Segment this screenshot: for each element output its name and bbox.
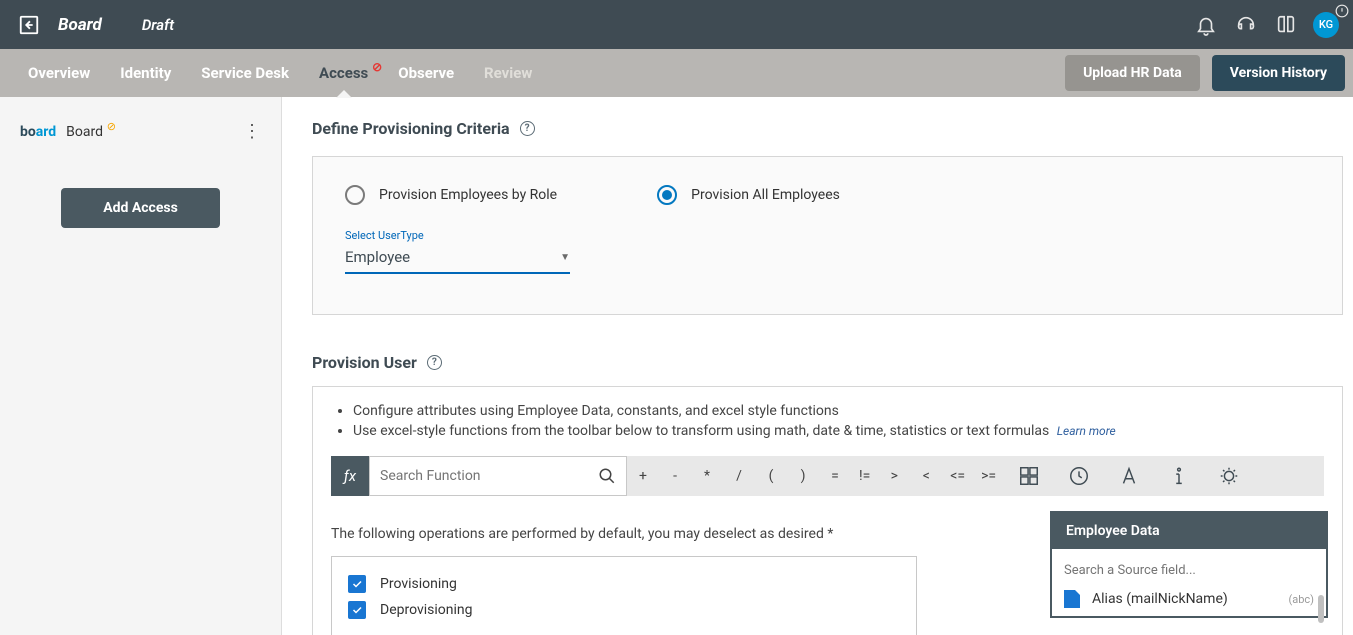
alert-icon: ⊘ <box>372 60 382 74</box>
avatar-wrap: KG <box>1297 12 1339 38</box>
fx-badge-icon: ƒx <box>331 456 369 496</box>
back-icon[interactable] <box>18 14 40 36</box>
info-category-icon[interactable] <box>1168 465 1190 487</box>
op-minus[interactable]: - <box>659 468 691 484</box>
criteria-section-title: Define Provisioning Criteria ? <box>312 119 1343 138</box>
chevron-down-icon: ▼ <box>560 252 570 263</box>
add-access-button[interactable]: Add Access <box>61 188 220 228</box>
usertype-select-label: Select UserType <box>345 229 570 242</box>
sidebar: board Board⊘ ⋮ Add Access <box>0 97 282 635</box>
source-field-search-input[interactable] <box>1064 563 1314 578</box>
tab-access-label: Access <box>319 64 368 82</box>
op-gt[interactable]: > <box>878 468 910 484</box>
app-title: Board <box>58 15 102 35</box>
provision-user-title-text: Provision User <box>312 353 417 372</box>
docs-icon[interactable] <box>1275 14 1297 36</box>
fx-search-wrap <box>369 456 627 496</box>
sidebar-app-name-text: Board <box>66 124 103 140</box>
op-neq[interactable]: != <box>851 468 878 484</box>
op-plus[interactable]: + <box>627 468 659 484</box>
deprovisioning-label: Deprovisioning <box>380 602 473 618</box>
usertype-select[interactable]: Employee ▼ <box>345 244 570 274</box>
avatar-alert-icon <box>1335 4 1349 18</box>
op-multiply[interactable]: * <box>691 468 723 484</box>
help-icon[interactable]: ? <box>427 355 442 370</box>
tab-access[interactable]: Access⊘ <box>319 64 368 82</box>
time-category-icon[interactable] <box>1068 465 1090 487</box>
support-icon[interactable] <box>1235 14 1257 36</box>
radio-icon <box>657 185 677 205</box>
math-category-icon[interactable] <box>1018 465 1040 487</box>
logic-category-icon[interactable] <box>1218 465 1240 487</box>
tab-identity[interactable]: Identity <box>120 64 171 82</box>
instruction-bullet-2: Use excel-style functions from the toolb… <box>353 421 1324 441</box>
instruction-bullet-1: Configure attributes using Employee Data… <box>353 401 1324 421</box>
warning-icon: ⊘ <box>107 120 116 133</box>
content-area: Define Provisioning Criteria ? Provision… <box>282 97 1353 635</box>
criteria-title-text: Define Provisioning Criteria <box>312 119 510 138</box>
op-divide[interactable]: / <box>723 468 755 484</box>
fx-toolbar: ƒx + - * / ( ) = != > <box>331 456 1324 496</box>
version-history-button[interactable]: Version History <box>1212 55 1345 91</box>
criteria-panel: Provision Employees by Role Provision Al… <box>312 156 1343 315</box>
op-gte[interactable]: >= <box>973 468 1004 484</box>
source-field-item[interactable]: Alias (mailNickName) (abc) <box>1052 584 1326 616</box>
employee-data-header: Employee Data <box>1052 513 1326 549</box>
function-search-input[interactable] <box>380 468 598 484</box>
employee-data-panel: Employee Data Alias (mailNickName) (abc) <box>1050 511 1328 618</box>
operations-box: Provisioning Deprovisioning <box>331 556 917 635</box>
deprovisioning-checkbox-row: Deprovisioning <box>348 597 900 623</box>
radio-provision-all[interactable]: Provision All Employees <box>657 185 840 205</box>
op-lparen[interactable]: ( <box>755 468 787 484</box>
text-category-icon[interactable] <box>1118 465 1140 487</box>
bell-icon[interactable] <box>1195 14 1217 36</box>
provision-user-panel: Configure attributes using Employee Data… <box>312 386 1343 635</box>
provisioning-checkbox-row: Provisioning <box>348 571 900 597</box>
tab-overview[interactable]: Overview <box>28 64 90 82</box>
upload-hr-data-button[interactable]: Upload HR Data <box>1065 55 1200 91</box>
provisioning-label: Provisioning <box>380 576 457 592</box>
op-lt[interactable]: < <box>910 468 942 484</box>
provision-user-title: Provision User ? <box>312 353 1343 372</box>
tab-service-desk[interactable]: Service Desk <box>201 64 289 82</box>
source-field-type: (abc) <box>1288 593 1314 606</box>
sidebar-app-row[interactable]: board Board⊘ ⋮ <box>12 115 269 148</box>
bullet2-text: Use excel-style functions from the toolb… <box>353 423 1049 439</box>
search-icon[interactable] <box>598 467 616 485</box>
draft-label: Draft <box>142 16 174 34</box>
learn-more-link[interactable]: Learn more <box>1057 424 1116 438</box>
usertype-select-group: Select UserType Employee ▼ <box>345 229 570 274</box>
source-field-name: Alias (mailNickName) <box>1092 591 1288 607</box>
provisioning-checkbox[interactable] <box>348 575 366 593</box>
radio-provision-by-role[interactable]: Provision Employees by Role <box>345 185 557 205</box>
sub-nav: Overview Identity Service Desk Access⊘ O… <box>0 49 1353 97</box>
tab-observe[interactable]: Observe <box>398 64 454 82</box>
tab-review[interactable]: Review <box>484 64 532 82</box>
fx-operators: + - * / ( ) = != > < <= >= <box>627 456 1324 496</box>
usertype-select-value: Employee <box>345 248 560 266</box>
radio-icon <box>345 185 365 205</box>
radio-all-label: Provision All Employees <box>691 187 840 203</box>
deprovisioning-checkbox[interactable] <box>348 601 366 619</box>
app-logo: board <box>20 124 56 140</box>
op-eq[interactable]: = <box>819 468 851 484</box>
help-icon[interactable]: ? <box>520 121 535 136</box>
op-lte[interactable]: <= <box>942 468 973 484</box>
document-icon <box>1064 590 1080 608</box>
kebab-menu-icon[interactable]: ⋮ <box>243 121 261 142</box>
sidebar-app-name: Board⊘ <box>66 124 103 140</box>
top-header: Board Draft KG <box>0 0 1353 49</box>
op-rparen[interactable]: ) <box>787 468 819 484</box>
scrollbar[interactable] <box>1318 595 1324 623</box>
radio-by-role-label: Provision Employees by Role <box>379 187 557 203</box>
